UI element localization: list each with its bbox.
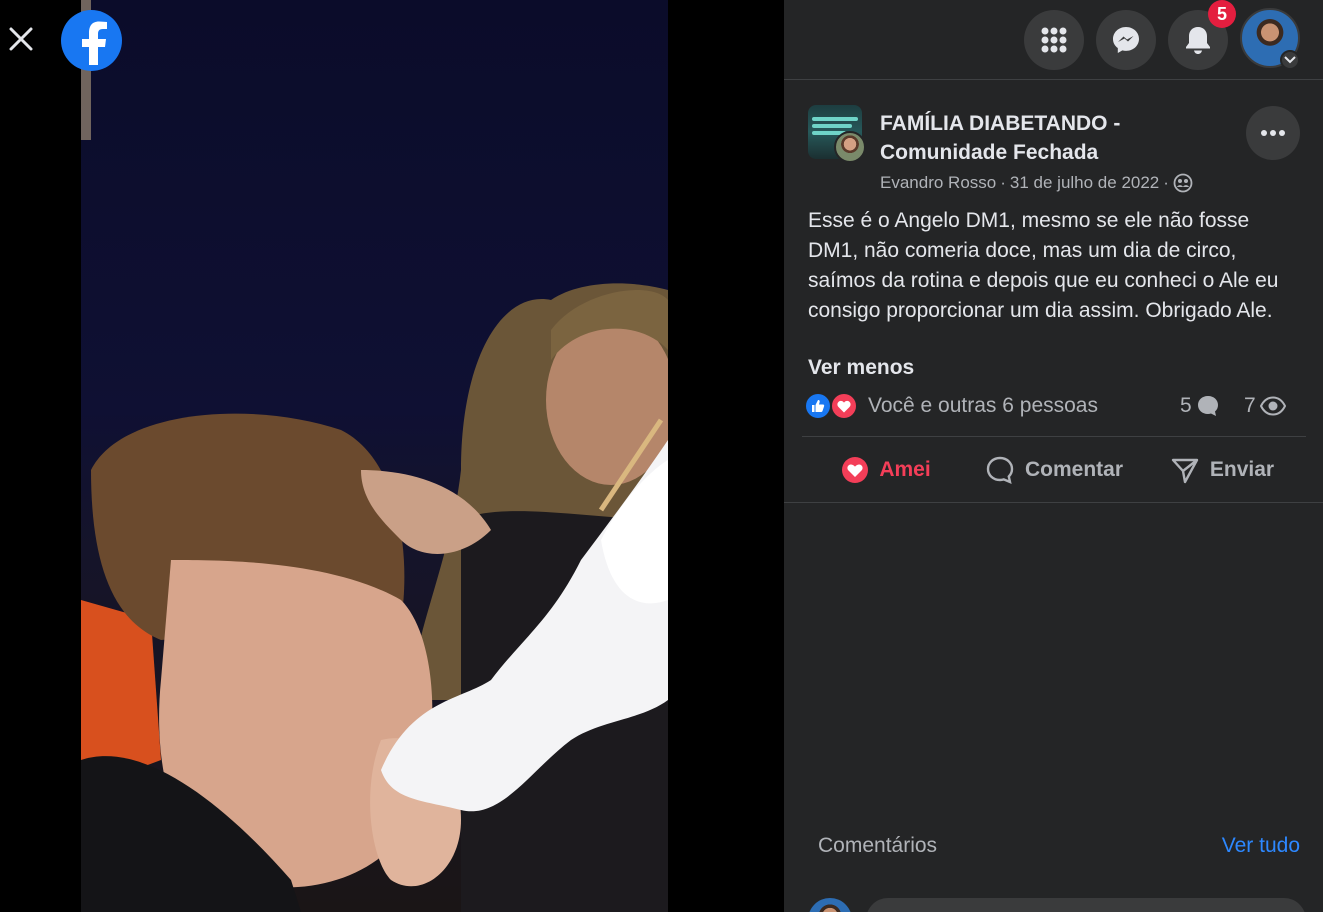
comment-bubble-icon — [1197, 396, 1218, 416]
thumbnail-stripe — [812, 117, 858, 121]
comments-count[interactable]: 5 — [1180, 394, 1220, 418]
views-count[interactable]: 7 — [1244, 394, 1286, 418]
more-dots-icon — [1261, 130, 1285, 136]
post-header: FAMÍLIA DIABETANDO - Comunidade Fechada … — [808, 105, 1308, 195]
reaction-icons[interactable] — [804, 392, 860, 422]
commenter-avatar — [808, 898, 852, 912]
heart-icon — [837, 400, 851, 412]
author-name[interactable]: Evandro Rosso — [880, 173, 996, 193]
photo-viewer: 5 FAMÍLIA DIABETANDO - Comunidade Fechad… — [0, 0, 1323, 912]
post-video[interactable] — [81, 0, 668, 912]
reactions-summary[interactable]: Você e outras 6 pessoas — [868, 394, 1098, 418]
messenger-button[interactable] — [1096, 10, 1156, 70]
love-reaction-icon — [830, 392, 858, 420]
post-date[interactable]: 31 de julho de 2022 — [1010, 173, 1159, 193]
like-reaction-icon — [804, 392, 832, 420]
messenger-icon — [1113, 27, 1139, 53]
bell-icon — [1186, 27, 1210, 54]
post-panel: 5 FAMÍLIA DIABETANDO - Comunidade Fechad… — [784, 0, 1323, 912]
share-label: Enviar — [1209, 458, 1275, 481]
thumbs-up-icon — [812, 400, 825, 412]
menu-grid-icon — [1041, 27, 1067, 53]
comment-input[interactable] — [866, 898, 1306, 912]
top-bar: 5 — [784, 0, 1323, 80]
see-less-link[interactable]: Ver menos — [808, 356, 914, 380]
post-text: Esse é o Angelo DM1, mesmo se ele não fo… — [808, 209, 1279, 322]
post-actions: Amei Comentar Enviar — [802, 444, 1306, 496]
chevron-down-icon — [1284, 56, 1296, 64]
group-members-icon — [1173, 173, 1193, 193]
thumbnail-stripe — [812, 124, 852, 128]
views-count-value: 7 — [1244, 394, 1256, 417]
eye-icon — [1259, 396, 1286, 416]
close-button[interactable] — [4, 22, 38, 56]
meta-separator: · — [1000, 173, 1006, 192]
media-area — [0, 0, 784, 912]
comments-title: Comentários — [818, 834, 938, 857]
more-options-button[interactable] — [1246, 106, 1300, 160]
group-name[interactable]: FAMÍLIA DIABETANDO - Comunidade Fechada — [880, 109, 1180, 167]
author-avatar[interactable] — [834, 131, 866, 163]
reactions-row: Você e outras 6 pessoas 5 7 — [804, 390, 1306, 424]
divider — [802, 436, 1306, 437]
see-all-comments-link[interactable]: Ver tudo — [1222, 834, 1300, 858]
comment-button[interactable]: Comentar — [970, 444, 1138, 496]
love-label: Amei — [879, 458, 931, 481]
facebook-f-icon — [81, 21, 107, 65]
notifications-button[interactable]: 5 — [1168, 0, 1236, 70]
facebook-logo[interactable] — [61, 10, 122, 71]
close-icon — [9, 27, 33, 51]
comment-label: Comentar — [1024, 458, 1124, 481]
video-frame — [81, 0, 668, 912]
comment-icon — [986, 456, 1014, 484]
divider — [784, 502, 1323, 503]
account-menu-button[interactable] — [1280, 50, 1300, 70]
menu-button[interactable] — [1024, 10, 1084, 70]
love-button[interactable]: Amei — [802, 444, 970, 496]
notification-badge: 5 — [1208, 0, 1236, 28]
share-button[interactable]: Enviar — [1138, 444, 1306, 496]
send-icon — [1171, 458, 1199, 484]
meta-separator: · — [1163, 173, 1169, 192]
comments-count-value: 5 — [1180, 394, 1192, 417]
love-reaction-icon — [842, 457, 869, 483]
post-meta: Evandro Rosso · 31 de julho de 2022 · — [880, 173, 1193, 193]
